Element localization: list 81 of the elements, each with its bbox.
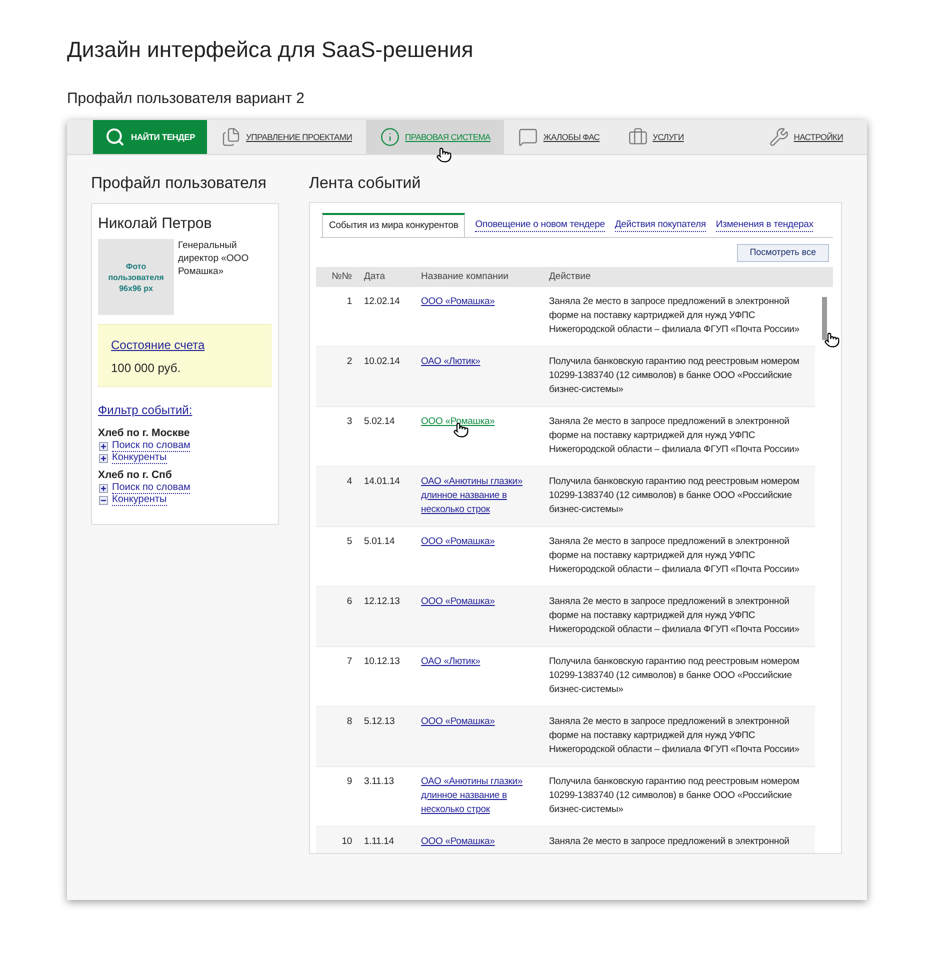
feed-heading: Лента событий xyxy=(309,174,422,194)
filter-group-title: Хлеб по г. Спб xyxy=(98,468,173,482)
action-text: Заняла 2е место в запросе предложений в электронной xyxy=(549,835,790,849)
company-link[interactable]: ООО «Ромашка» xyxy=(421,715,543,729)
filter-item-link[interactable]: Конкуренты xyxy=(112,494,167,506)
wrench-icon xyxy=(768,127,789,147)
filter-item-link[interactable]: Конкуренты xyxy=(112,452,167,464)
filter-group-title: Хлеб по г. Москве xyxy=(98,426,191,440)
nav-link[interactable]: НАСТРОЙКИ xyxy=(754,120,857,154)
action-text: Получила банковскую гарантию под реестровым номером 10299-1383740 (12 символов) в банке ООО «Российские бизнес-системы» xyxy=(549,655,800,697)
row-date: 5.02.14 xyxy=(364,415,395,429)
row-date: 5.01.14 xyxy=(364,535,395,549)
company-link[interactable]: ООО «Ромашка» xyxy=(421,295,543,309)
plus-icon[interactable] xyxy=(99,442,108,450)
page-subtitle: Профайл пользователя вариант 2 xyxy=(67,89,306,109)
page-title: Дизайн интерфейса для SaaS-решения xyxy=(67,36,474,64)
action-text: Заняла 2е место в запросе предложений в электронной форме на поставку картриджей для нужд УФПС Нижегородской области – филиала ФГУП «Почта России» xyxy=(549,595,800,637)
row-number: 6 xyxy=(346,595,353,609)
row-date: 5.12.13 xyxy=(364,715,395,729)
nav-link[interactable]: ЖАЛОБЫ ФАС xyxy=(504,120,614,154)
documents-icon xyxy=(221,127,242,147)
column-header: Действие xyxy=(549,270,592,284)
row-number: 5 xyxy=(346,535,353,549)
action-text: Получила банковскую гарантию под реестровым номером 10299-1383740 (12 символов) в банке ООО «Российские бизнес-системы» xyxy=(549,775,800,817)
company-link[interactable]: ОАО «Лютик» xyxy=(421,655,543,669)
minus-icon[interactable] xyxy=(99,496,108,504)
action-text: Заняла 2е место в запросе предложений в электронной форме на поставку картриджей для нужд УФПС Нижегородской области – филиала ФГУП «Почта России» xyxy=(549,295,800,337)
row-number: 8 xyxy=(346,715,353,729)
row-number: 9 xyxy=(346,775,353,789)
company-link[interactable]: ООО «Ромашка» xyxy=(421,595,543,609)
user-name: Николай Петров xyxy=(98,215,213,233)
column-header: Дата xyxy=(363,270,386,284)
action-text: Заняла 2е место в запросе предложений в электронной форме на поставку картриджей для нужд УФПС Нижегородской области – филиала ФГУП «Почта России» xyxy=(549,535,800,577)
nav-link[interactable]: УСЛУГИ xyxy=(614,120,698,154)
briefcase-icon xyxy=(628,127,648,147)
row-date: 1.11.14 xyxy=(364,835,394,849)
row-number: 3 xyxy=(346,415,353,429)
action-text: Получила банковскую гарантию под реестровым номером 10299-1383740 (12 символов) в банке ООО «Российские бизнес-системы» xyxy=(549,355,800,397)
row-date: 10.12.13 xyxy=(364,655,400,669)
company-link[interactable]: ООО «Ромашка» xyxy=(421,535,543,549)
row-date: 10.02.14 xyxy=(364,355,400,369)
row-date: 12.02.14 xyxy=(364,295,400,309)
company-link[interactable]: ОАО «Анютины глазки» длинное название в несколько строк xyxy=(421,775,543,817)
search-icon xyxy=(105,127,125,147)
row-date: 12.12.13 xyxy=(364,595,400,609)
filter-item-link[interactable]: Поиск по словам xyxy=(112,482,190,494)
view-all-button[interactable]: Посмотреть все xyxy=(736,244,829,262)
row-date: 3.11.13 xyxy=(364,775,394,789)
tab[interactable]: Действия покупателя xyxy=(614,219,706,232)
company-link[interactable]: ОАО «Лютик» xyxy=(421,355,543,369)
info-icon xyxy=(380,127,400,147)
row-number: 2 xyxy=(346,355,353,369)
profile-heading: Профайл пользователя xyxy=(91,174,268,194)
column-header: Название компании xyxy=(421,270,510,284)
nav-link[interactable]: УПРАВЛЕНИЕ ПРОЕКТАМИ xyxy=(207,120,366,154)
row-number: 1 xyxy=(346,295,353,309)
row-date: 14.01.14 xyxy=(364,475,400,489)
nav-button[interactable]: НАЙТИ ТЕНДЕР xyxy=(93,120,208,154)
row-number: 7 xyxy=(346,655,353,669)
company-link[interactable]: ООО «Ромашка» xyxy=(421,835,543,849)
tab[interactable]: События из мира конкурентов xyxy=(322,213,466,238)
photo-caption: Фото пользователя 96x96 px xyxy=(107,260,165,294)
account-link[interactable]: Состояние счета xyxy=(111,337,205,353)
tab[interactable]: Изменения в тендерах xyxy=(716,219,814,232)
company-link[interactable]: ОАО «Анютины глазки» длинное название в несколько строк xyxy=(421,475,543,517)
action-text: Заняла 2е место в запросе предложений в электронной форме на поставку картриджей для нужд УФПС Нижегородской области – филиала ФГУП «Почта России» xyxy=(549,715,800,757)
column-header: №№ xyxy=(332,270,353,284)
company-link[interactable]: ООО «Ромашка» xyxy=(421,415,543,429)
speech-bubble-icon xyxy=(518,127,538,147)
action-text: Заняла 2е место в запросе предложений в электронной форме на поставку картриджей для нужд УФПС Нижегородской области – филиала ФГУП «Почта России» xyxy=(549,415,800,457)
filter-link[interactable]: Фильтр событий: xyxy=(98,403,192,418)
plus-icon[interactable] xyxy=(99,484,108,492)
tab[interactable]: Оповещение о новом тендере xyxy=(475,219,605,232)
row-number: 4 xyxy=(346,475,353,489)
filter-item-link[interactable]: Поиск по словам xyxy=(112,440,190,452)
account-balance: 100 000 руб. xyxy=(111,360,182,376)
job-title: Генеральный директор «ООО Ромашка» xyxy=(178,239,250,278)
row-number: 10 xyxy=(342,835,353,849)
action-text: Получила банковскую гарантию под реестровым номером 10299-1383740 (12 символов) в банке ООО «Российские бизнес-системы» xyxy=(549,475,800,517)
plus-icon[interactable] xyxy=(99,454,108,462)
scrollbar-thumb[interactable] xyxy=(822,297,827,340)
